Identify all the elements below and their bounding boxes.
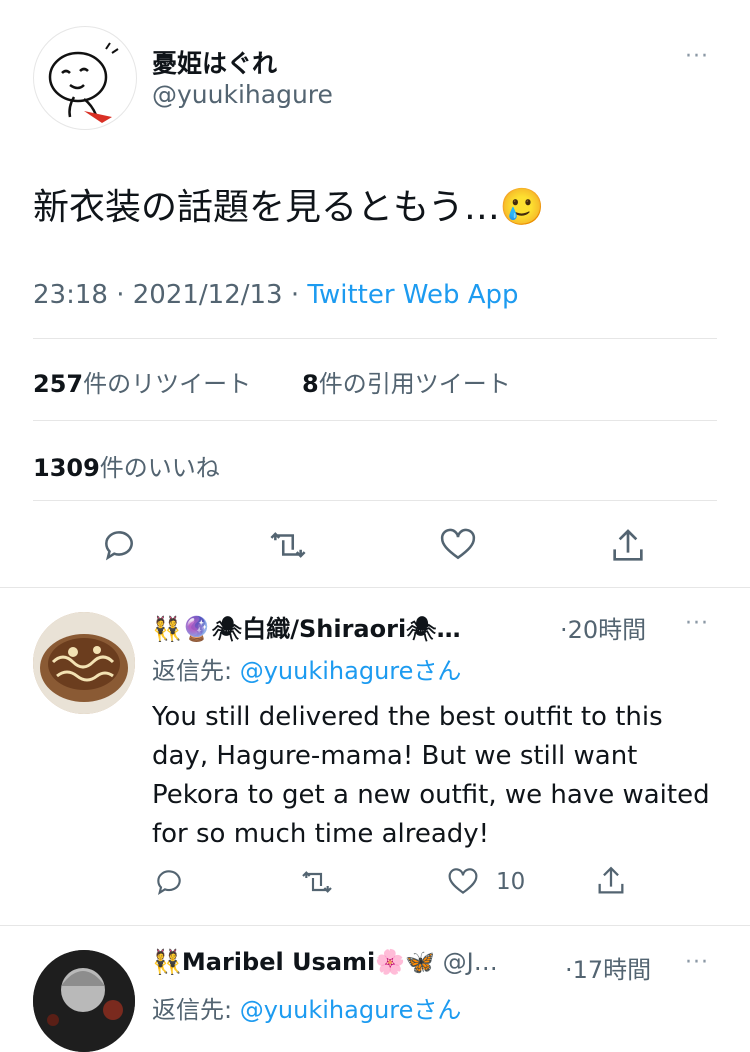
- reply-time[interactable]: ·20時間: [560, 610, 646, 645]
- tweet-date[interactable]: 2021/12/13: [133, 280, 283, 310]
- reply-to-line: 返信先: @yuukihagureさん: [152, 990, 461, 1025]
- share-icon[interactable]: [594, 864, 628, 898]
- reply-to-suffix: さん: [413, 996, 462, 1024]
- tweet-text: 新衣装の話題を見るともう…🥲: [33, 187, 545, 228]
- like-count: 1309: [33, 454, 100, 482]
- share-icon[interactable]: [608, 526, 648, 566]
- retweet-label: 件のリツイート: [83, 370, 252, 398]
- like-icon[interactable]: [446, 866, 480, 898]
- divider: [33, 420, 717, 421]
- author-avatar[interactable]: [33, 26, 137, 130]
- retweet-icon[interactable]: [300, 866, 334, 898]
- meta-separator: ·: [116, 280, 125, 310]
- reply-author-handle[interactable]: @J…: [443, 948, 498, 976]
- reply-to-handle[interactable]: @yuukihagure: [240, 996, 414, 1024]
- reply-to-prefix: 返信先:: [152, 657, 240, 685]
- divider: [0, 925, 750, 926]
- more-icon[interactable]: ···: [685, 44, 709, 69]
- like-label: 件のいいね: [99, 454, 220, 482]
- quote-count: 8: [302, 370, 319, 398]
- reply-to-suffix: さん: [413, 657, 462, 685]
- author-handle[interactable]: @yuukihagure: [152, 80, 333, 109]
- divider: [33, 500, 717, 501]
- tweet-meta: 23:18 · 2021/12/13 · Twitter Web App: [33, 280, 519, 310]
- meta-separator: ·: [290, 280, 300, 310]
- reply-text: You still delivered the best outfit to t…: [152, 702, 710, 849]
- author-name[interactable]: 憂姫はぐれ: [152, 44, 277, 80]
- reply-author-name[interactable]: 👯Maribel Usami🌸🦋: [152, 948, 435, 976]
- divider: [33, 338, 717, 339]
- retweet-count: 257: [33, 370, 84, 398]
- reply-avatar[interactable]: [33, 612, 135, 714]
- retweet-stats[interactable]: 257件のリツイート: [33, 364, 251, 399]
- quote-label: 件の引用ツイート: [318, 370, 511, 398]
- more-icon[interactable]: ···: [685, 950, 709, 975]
- tweet-source-link[interactable]: Twitter Web App: [307, 280, 518, 310]
- reply-to-line: 返信先: @yuukihagureさん: [152, 651, 461, 686]
- like-icon[interactable]: [438, 526, 478, 564]
- reply-author-name[interactable]: 👯🔮🕷白織/Shiraori🕷…: [152, 609, 522, 644]
- reply-to-handle[interactable]: @yuukihagure: [240, 657, 414, 685]
- retweet-icon[interactable]: [268, 526, 308, 564]
- reply-time[interactable]: ·17時間: [565, 950, 651, 985]
- like-stats[interactable]: 1309件のいいね: [33, 448, 220, 483]
- reply-header: 👯Maribel Usami🌸🦋 @J…: [152, 948, 498, 976]
- reply-like-count: 10: [496, 869, 526, 895]
- reply-icon[interactable]: [100, 526, 138, 564]
- reply-to-prefix: 返信先:: [152, 996, 240, 1024]
- divider: [0, 587, 750, 588]
- more-icon[interactable]: ···: [685, 611, 709, 636]
- reply-icon[interactable]: [153, 866, 185, 898]
- reply-avatar[interactable]: [33, 950, 135, 1052]
- quote-stats[interactable]: 8件の引用ツイート: [302, 364, 511, 399]
- tweet-time[interactable]: 23:18: [33, 280, 108, 310]
